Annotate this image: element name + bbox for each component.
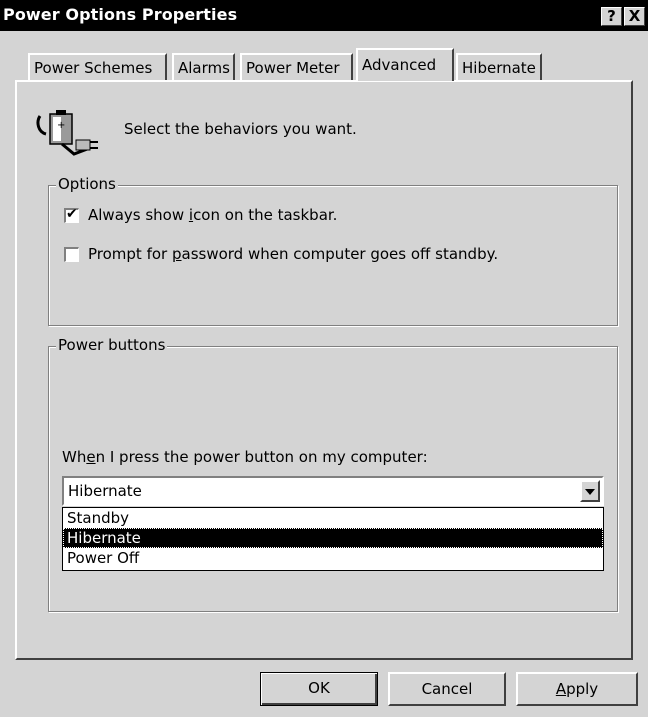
option-hibernate[interactable]: Hibernate — [63, 528, 603, 548]
power-plug-battery-icon: + — [36, 110, 98, 156]
cancel-button[interactable]: Cancel — [388, 672, 506, 706]
power-buttons-legend: Power buttons — [56, 336, 168, 354]
check-mark-icon: ✔ — [66, 205, 78, 222]
header-text: Select the behaviors you want. — [124, 120, 357, 138]
help-button[interactable]: ? — [601, 7, 622, 26]
close-button[interactable]: X — [624, 7, 645, 26]
power-button-action-select[interactable]: Hibernate — [62, 476, 604, 506]
option-standby[interactable]: Standby — [63, 508, 603, 528]
window-title: Power Options Properties — [3, 5, 238, 24]
tab-power-schemes[interactable]: Power Schemes — [28, 53, 167, 81]
always-show-icon-label: Always show icon on the taskbar. — [88, 206, 338, 224]
always-show-icon-checkbox[interactable]: ✔ — [64, 205, 79, 223]
prompt-password-row[interactable]: Prompt for password when computer goes o… — [64, 245, 498, 263]
tab-power-meter[interactable]: Power Meter — [240, 53, 353, 81]
title-bar: Power Options Properties ? X — [0, 0, 648, 31]
apply-button[interactable]: Apply — [516, 672, 638, 706]
tab-advanced[interactable]: Advanced — [356, 48, 454, 81]
selected-value: Hibernate — [68, 482, 142, 500]
svg-text:+: + — [57, 120, 65, 131]
always-show-icon-row[interactable]: ✔ Always show icon on the taskbar. — [64, 206, 337, 224]
option-power-off[interactable]: Power Off — [63, 548, 603, 568]
chevron-down-icon — [585, 489, 595, 495]
prompt-password-checkbox[interactable] — [64, 246, 79, 262]
options-legend: Options — [56, 175, 118, 193]
power-button-prompt: When I press the power button on my comp… — [62, 448, 428, 466]
tab-alarms[interactable]: Alarms — [172, 53, 235, 81]
prompt-password-label: Prompt for password when computer goes o… — [88, 245, 499, 263]
dropdown-button[interactable] — [580, 480, 600, 502]
tab-hibernate[interactable]: Hibernate — [456, 53, 542, 81]
ok-button[interactable]: OK — [260, 672, 378, 706]
power-action-dropdown-list: Standby Hibernate Power Off — [62, 507, 604, 571]
